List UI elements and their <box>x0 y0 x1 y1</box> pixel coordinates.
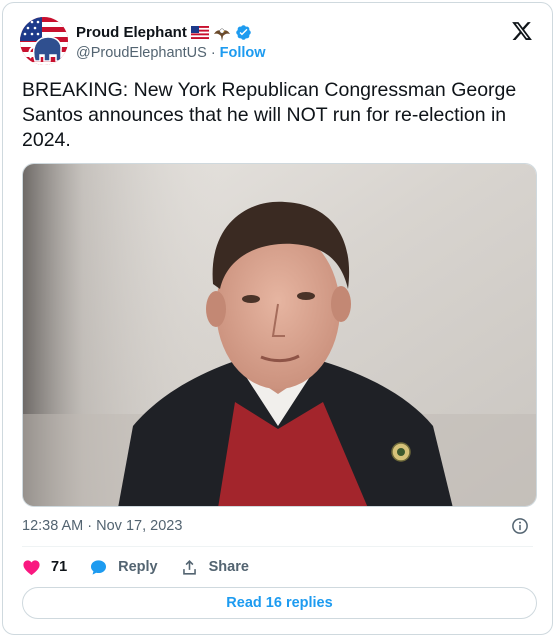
us-flag-icon <box>190 25 209 39</box>
tweet-timestamp[interactable]: 12:38 AM · Nov 17, 2023 <box>22 518 182 534</box>
reply-button[interactable]: Reply <box>89 558 158 577</box>
tweet-photo[interactable] <box>22 163 537 507</box>
tweet-text: BREAKING: New York Republican Congressma… <box>22 79 517 151</box>
tweet-card: Proud Elephant @ProudElephantUS · Follow… <box>2 2 553 635</box>
author-name-row: Proud Elephant <box>76 22 252 42</box>
separator-dot: · <box>210 45 216 61</box>
avatar[interactable] <box>20 17 68 65</box>
divider <box>22 546 533 547</box>
share-icon <box>182 559 196 575</box>
like-count: 71 <box>51 559 68 575</box>
eagle-icon <box>213 26 231 41</box>
photo-of-man-in-suit <box>23 164 536 506</box>
action-bar: 71 Reply Share <box>22 556 271 578</box>
like-button[interactable]: 71 <box>22 558 67 577</box>
verified-badge-icon <box>235 24 252 41</box>
reply-label: Reply <box>118 559 158 575</box>
share-button[interactable]: Share <box>180 558 249 577</box>
author-handle-row: @ProudElephantUS · Follow <box>76 45 266 61</box>
author-handle[interactable]: @ProudElephantUS <box>76 45 207 61</box>
reply-bubble-icon <box>91 559 107 575</box>
info-icon[interactable] <box>511 517 529 535</box>
x-logo-icon[interactable] <box>511 20 533 42</box>
author-display-name[interactable]: Proud Elephant <box>76 24 187 41</box>
share-label: Share <box>208 559 249 575</box>
heart-icon <box>23 559 40 575</box>
read-replies-button[interactable]: Read 16 replies <box>22 587 537 619</box>
follow-button[interactable]: Follow <box>220 45 266 61</box>
elephant-flag-avatar-icon <box>20 17 68 65</box>
